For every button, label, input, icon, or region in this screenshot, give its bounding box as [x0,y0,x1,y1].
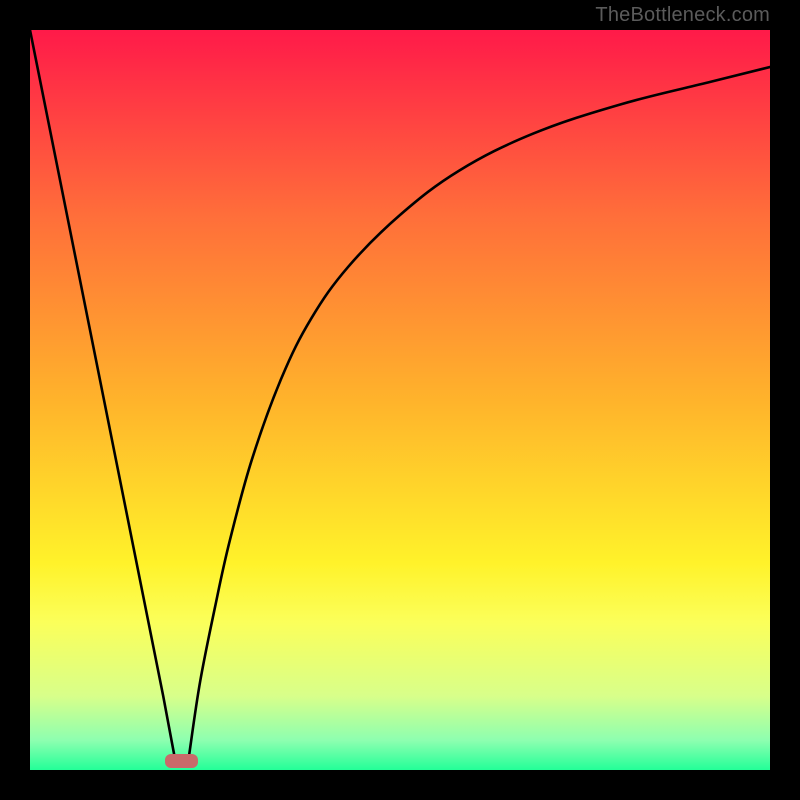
chart-frame: TheBottleneck.com [0,0,800,800]
right-branch [189,67,770,755]
watermark-text: TheBottleneck.com [595,4,770,27]
left-branch [30,30,174,755]
curve-layer [30,30,770,770]
bottleneck-marker [165,754,198,767]
plot-area [30,30,770,770]
